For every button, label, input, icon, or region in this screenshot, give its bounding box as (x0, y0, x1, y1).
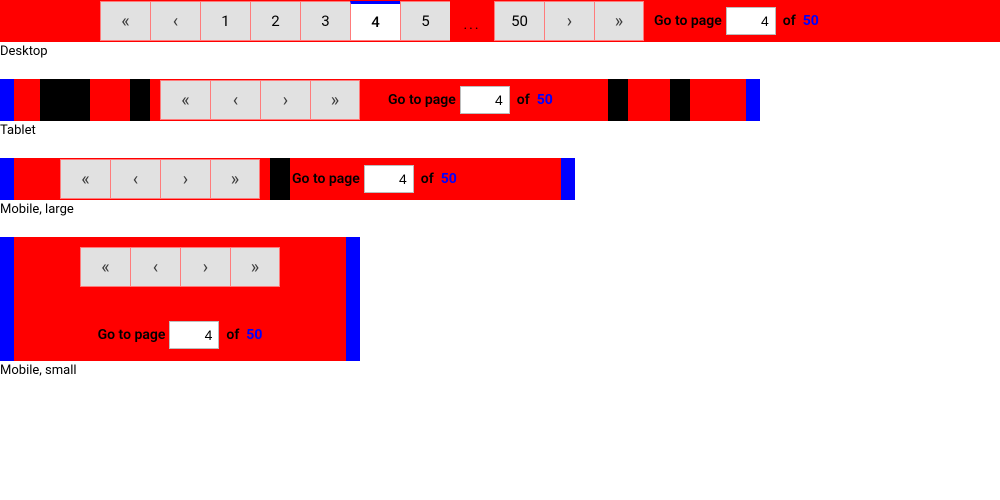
overflow-indicator-right (561, 158, 575, 200)
chevron-right-icon: › (567, 11, 572, 32)
goto-page-group: Go to page of 50 (88, 315, 273, 355)
goto-page-label: Go to page (98, 327, 166, 343)
prev-page-button[interactable]: ‹ (110, 159, 160, 199)
variant-label-mobile-small: Mobile, small (0, 361, 1000, 384)
goto-of-label: of (418, 171, 437, 187)
chevron-left-icon: ‹ (153, 257, 158, 278)
chevron-double-right-icon: » (331, 90, 339, 111)
goto-total-pages: 50 (803, 13, 819, 29)
pagination-frame-tablet-wrapper: « ‹ › » Go to page of 50 (0, 79, 1000, 121)
chevron-double-right-icon: » (251, 257, 259, 278)
goto-of-label: of (780, 13, 799, 29)
chevron-right-icon: › (183, 169, 188, 190)
last-page-button[interactable]: » (310, 80, 360, 120)
prev-page-button[interactable]: ‹ (150, 1, 200, 41)
first-page-button[interactable]: « (60, 159, 110, 199)
chevron-double-left-icon: « (101, 257, 109, 278)
goto-page-label: Go to page (654, 13, 722, 29)
last-page-button[interactable]: » (594, 1, 644, 41)
last-page-button[interactable]: » (210, 159, 260, 199)
goto-page-group: Go to page of 50 (644, 1, 829, 41)
goto-page-group: Go to page of 50 (282, 159, 467, 199)
pagination-frame-desktop: « ‹ 1 2 3 4 5 ... 50 › » Go to page of 5… (0, 0, 1000, 42)
chevron-double-left-icon: « (181, 90, 189, 111)
goto-page-label: Go to page (388, 92, 456, 108)
overflow-indicator-right (346, 237, 360, 361)
goto-total-pages: 50 (246, 327, 262, 343)
chevron-double-right-icon: » (615, 11, 623, 32)
next-page-button[interactable]: › (544, 1, 594, 41)
pagination-frame-tablet: « ‹ › » Go to page of 50 (0, 79, 760, 121)
goto-page-input[interactable] (460, 86, 510, 114)
page-3-button[interactable]: 3 (300, 1, 350, 41)
page-5-button[interactable]: 5 (400, 1, 450, 41)
variant-label-mobile-large: Mobile, large (0, 200, 1000, 223)
next-page-button[interactable]: › (160, 159, 210, 199)
page-50-button[interactable]: 50 (494, 1, 544, 41)
goto-total-pages: 50 (441, 171, 457, 187)
variant-label-desktop: Desktop (0, 42, 1000, 65)
goto-of-label: of (514, 92, 533, 108)
next-page-button[interactable]: › (260, 80, 310, 120)
chevron-left-icon: ‹ (133, 169, 138, 190)
pagination-frame-mobile-large: « ‹ › » Go to page of 50 (0, 158, 575, 200)
chevron-double-left-icon: « (81, 169, 89, 190)
overflow-indicator-right (746, 79, 760, 121)
overflow-indicator-left (0, 158, 14, 200)
overflow-indicator-left (0, 79, 14, 121)
pagination-mobile-large: « ‹ › » (60, 159, 260, 199)
pagination-mobile-small: « ‹ › » (80, 247, 280, 287)
pagination-tablet: « ‹ › » (160, 80, 360, 120)
first-page-button[interactable]: « (80, 247, 130, 287)
first-page-button[interactable]: « (160, 80, 210, 120)
chevron-right-icon: › (283, 90, 288, 111)
goto-page-input[interactable] (726, 7, 776, 35)
goto-page-input[interactable] (169, 321, 219, 349)
goto-page-input[interactable] (364, 165, 414, 193)
prev-page-button[interactable]: ‹ (130, 247, 180, 287)
goto-page-group: Go to page of 50 (378, 80, 563, 120)
last-page-button[interactable]: » (230, 247, 280, 287)
goto-total-pages: 50 (537, 92, 553, 108)
first-page-button[interactable]: « (100, 1, 150, 41)
chevron-double-left-icon: « (121, 11, 129, 32)
page-ellipsis: ... (450, 1, 494, 41)
next-page-button[interactable]: › (180, 247, 230, 287)
page-2-button[interactable]: 2 (250, 1, 300, 41)
goto-page-label: Go to page (292, 171, 360, 187)
overflow-indicator-left (0, 237, 14, 361)
chevron-left-icon: ‹ (173, 11, 178, 32)
prev-page-button[interactable]: ‹ (210, 80, 260, 120)
chevron-double-right-icon: » (231, 169, 239, 190)
pagination-desktop: « ‹ 1 2 3 4 5 ... 50 › » (100, 1, 644, 41)
variant-label-tablet: Tablet (0, 121, 1000, 144)
page-1-button[interactable]: 1 (200, 1, 250, 41)
goto-of-label: of (223, 327, 242, 343)
chevron-left-icon: ‹ (233, 90, 238, 111)
chevron-right-icon: › (203, 257, 208, 278)
pagination-frame-mobile-small: « ‹ › » Go to page of 50 (0, 237, 360, 361)
page-4-button[interactable]: 4 (350, 1, 400, 41)
